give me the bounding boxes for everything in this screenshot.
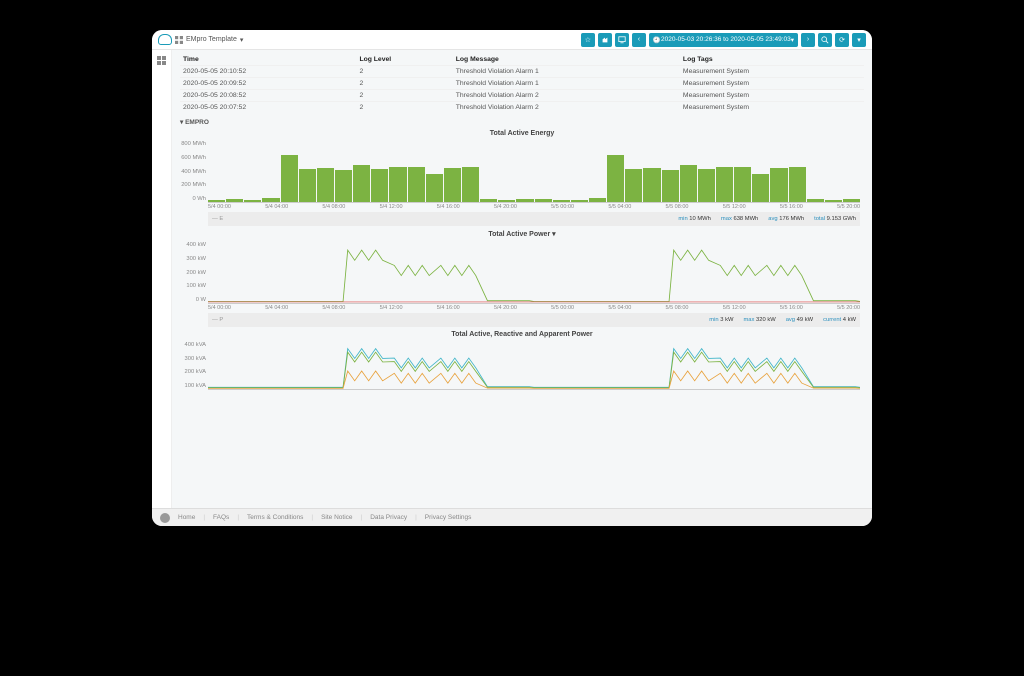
cloud-icon[interactable] <box>158 34 172 45</box>
footer-faqs[interactable]: FAQs <box>213 514 229 521</box>
refresh-button[interactable]: ⟳ <box>835 33 849 47</box>
chart1-bars <box>208 141 860 202</box>
chart2-legend[interactable]: — P min 3 kW max 320 kW avg 49 kW curren… <box>208 313 860 327</box>
col-time[interactable]: Time <box>180 54 356 66</box>
chart3[interactable]: 400 kVA300 kVA200 kVA100 kVA <box>208 342 860 390</box>
footer-site[interactable]: Site Notice <box>321 514 352 521</box>
chart1-title: Total Active Energy <box>180 130 864 137</box>
log-table: Time Log Level Log Message Log Tags 2020… <box>180 54 864 113</box>
chart1-yaxis: 800 MWh600 MWh400 MWh200 MWh0 Wh <box>180 141 206 202</box>
tablet-frame: EMpro Template ▾ ☆ ‹ 🕘 2020-05-03 20:26:… <box>140 18 884 538</box>
chart2[interactable]: 400 kW300 kW200 kW100 kW0 W <box>208 242 860 304</box>
chart2-line <box>208 242 860 303</box>
chart1[interactable]: 800 MWh600 MWh400 MWh200 MWh0 Wh <box>208 141 860 203</box>
table-row[interactable]: 2020-05-05 20:10:522Threshold Violation … <box>180 66 864 78</box>
topbar: EMpro Template ▾ ☆ ‹ 🕘 2020-05-03 20:26:… <box>152 30 872 50</box>
col-msg[interactable]: Log Message <box>453 54 680 66</box>
col-tags[interactable]: Log Tags <box>680 54 864 66</box>
chart3-lines <box>208 342 860 389</box>
chart2-yaxis: 400 kW300 kW200 kW100 kW0 W <box>180 242 206 303</box>
footer-home[interactable]: Home <box>178 514 195 521</box>
footer-terms[interactable]: Terms & Conditions <box>247 514 303 521</box>
share-button[interactable] <box>598 33 612 47</box>
col-level[interactable]: Log Level <box>356 54 452 66</box>
app-screen: EMpro Template ▾ ☆ ‹ 🕘 2020-05-03 20:26:… <box>152 30 872 526</box>
user-icon[interactable] <box>160 513 170 523</box>
footer-privacy[interactable]: Data Privacy <box>370 514 407 521</box>
time-range-picker[interactable]: 🕘 2020-05-03 20:26:36 to 2020-05-05 23:4… <box>649 33 798 47</box>
chart3-title: Total Active, Reactive and Apparent Powe… <box>180 331 864 338</box>
template-label: EMpro Template <box>186 36 237 43</box>
dashboard-content: Time Log Level Log Message Log Tags 2020… <box>172 50 872 508</box>
time-prev-button[interactable]: ‹ <box>632 33 646 47</box>
table-row[interactable]: 2020-05-05 20:09:522Threshold Violation … <box>180 78 864 90</box>
section-header[interactable]: ▾ EMPRO <box>180 118 864 126</box>
time-next-button[interactable]: › <box>801 33 815 47</box>
grid-small-icon <box>175 36 183 44</box>
chart1-xaxis: 5/4 00:005/4 04:005/4 08:005/4 12:005/4 … <box>208 204 860 210</box>
main-area: Time Log Level Log Message Log Tags 2020… <box>152 50 872 508</box>
chart2-title: Total Active Power ▾ <box>180 230 864 238</box>
chevron-down-icon: ▾ <box>240 36 244 44</box>
table-row[interactable]: 2020-05-05 20:08:522Threshold Violation … <box>180 90 864 102</box>
footer-settings[interactable]: Privacy Settings <box>425 514 472 521</box>
chart3-yaxis: 400 kVA300 kVA200 kVA100 kVA <box>180 342 206 389</box>
monitor-button[interactable] <box>615 33 629 47</box>
template-selector[interactable]: EMpro Template ▾ <box>175 36 243 44</box>
refresh-menu-button[interactable]: ▾ <box>852 33 866 47</box>
star-button[interactable]: ☆ <box>581 33 595 47</box>
chart1-legend[interactable]: — E min 10 MWh max 638 MWh avg 176 MWh t… <box>208 212 860 226</box>
dashboards-icon[interactable] <box>157 56 166 65</box>
table-row[interactable]: 2020-05-05 20:07:522Threshold Violation … <box>180 102 864 114</box>
zoom-out-button[interactable] <box>818 33 832 47</box>
footer: Home| FAQs| Terms & Conditions| Site Not… <box>152 508 872 526</box>
chart2-xaxis: 5/4 00:005/4 04:005/4 08:005/4 12:005/4 … <box>208 305 860 311</box>
sidebar <box>152 50 172 508</box>
